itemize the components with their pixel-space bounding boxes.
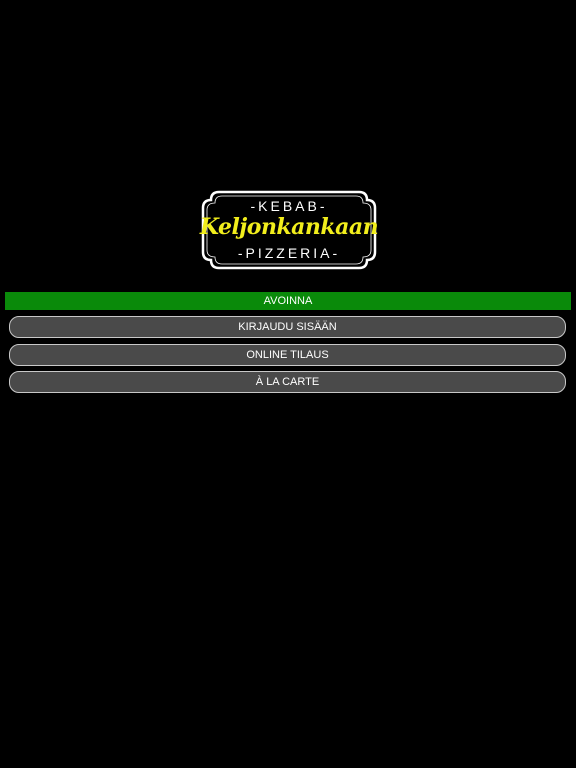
login-button[interactable]: KIRJAUDU SISÄÄN (9, 316, 566, 338)
online-order-button[interactable]: ONLINE TILAUS (9, 344, 566, 366)
open-status-bar: AVOINNA (5, 292, 571, 310)
restaurant-logo: -KEBAB- Keljonkankaan -PIZZERIA- (199, 188, 379, 272)
app-screen: -KEBAB- Keljonkankaan -PIZZERIA- AVOINNA… (0, 0, 576, 768)
logo-name-text: Keljonkankaan (199, 214, 379, 240)
a-la-carte-button[interactable]: À LA CARTE (9, 371, 566, 393)
logo-kebab-text: -KEBAB- (250, 198, 328, 214)
logo-pizzeria-text: -PIZZERIA- (237, 245, 341, 261)
